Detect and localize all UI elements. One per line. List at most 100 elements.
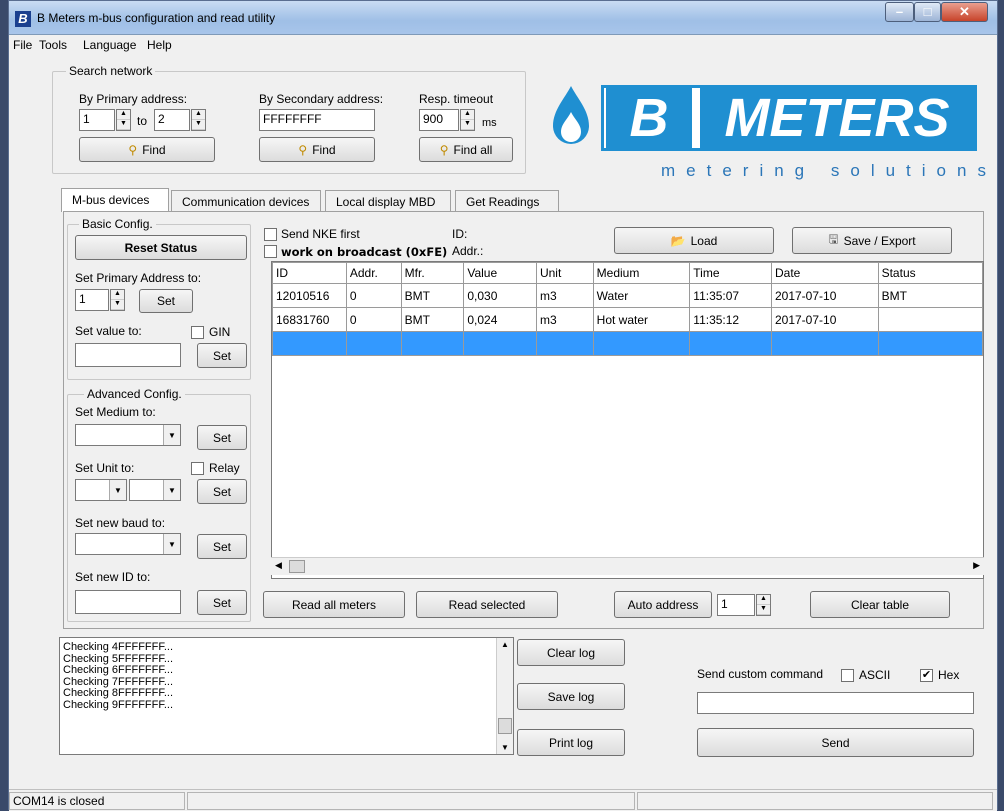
col-id[interactable]: ID [272,262,347,284]
maximize-button[interactable]: □ [914,2,941,22]
auto-address-button[interactable]: Auto address [614,591,712,618]
cell: BMT [877,283,983,308]
menu-help[interactable]: Help [147,38,172,52]
auto-address-input[interactable]: 1 [717,594,755,616]
gin-checkbox[interactable] [191,326,204,339]
ascii-checkbox[interactable] [841,669,854,682]
medium-select[interactable]: ▼ [75,424,181,446]
ms-label: ms [482,117,497,129]
clear-table-button[interactable]: Clear table [810,591,950,618]
status-bar: COM14 is closed [9,789,997,811]
set-medium-button[interactable]: Set [197,425,247,450]
logo-letter-b: B [606,88,692,148]
col-value[interactable]: Value [463,262,537,284]
secondary-address-input[interactable]: FFFFFFFF [259,109,375,131]
menu-language[interactable]: Language [83,38,136,52]
col-unit[interactable]: Unit [535,262,594,284]
horizontal-scrollbar[interactable]: ◀ ▶ [271,557,984,575]
primary-from-input[interactable]: 1 [79,109,115,131]
relay-label: Relay [209,461,240,475]
custom-command-input[interactable] [697,692,974,714]
cell: BMT [400,283,465,308]
log-scroll-thumb[interactable] [498,718,512,734]
col-medium[interactable]: Medium [592,262,691,284]
broadcast-checkbox[interactable] [264,245,277,258]
cell [400,331,465,356]
col-mfr[interactable]: Mfr. [400,262,465,284]
baud-select[interactable]: ▼ [75,533,181,555]
col-addr[interactable]: Addr. [345,262,402,284]
ascii-label: ASCII [859,668,891,682]
set-primary-spinner[interactable]: ▲ ▼ [110,289,125,311]
auto-address-spinner[interactable]: ▲ ▼ [756,594,771,616]
log-lines: Checking 4FFFFFFF... Checking 5FFFFFFF..… [63,641,174,711]
save-export-button[interactable]: 🖫 Save / Export [792,227,952,254]
table-row[interactable]: 16831760 0 BMT 0,024 m3 Hot water 11:35:… [272,307,983,332]
primary-to-input[interactable]: 2 [154,109,190,131]
log-line: Checking 6FFFFFFF... [63,664,174,676]
read-all-button[interactable]: Read all meters [263,591,405,618]
close-button[interactable]: ✕ [941,2,988,22]
tab-local-display[interactable]: Local display MBD [325,190,451,212]
set-value-input[interactable] [75,343,181,367]
reset-status-button[interactable]: Reset Status [75,235,247,260]
menu-file[interactable]: File [13,38,32,52]
secondary-address-label: By Secondary address: [259,92,384,106]
set-primary-input[interactable]: 1 [75,289,109,311]
unit-select-1[interactable]: ▼ [75,479,127,501]
scroll-up-icon[interactable]: ▲ [501,640,509,649]
clear-log-button[interactable]: Clear log [517,639,625,666]
unit-select-2[interactable]: ▼ [129,479,181,501]
scroll-left-icon[interactable]: ◀ [275,560,282,571]
cell: 0,024 [463,307,537,332]
cell [592,331,691,356]
col-date[interactable]: Date [770,262,879,284]
send-button[interactable]: Send [697,728,974,757]
magnifier-icon: ⚲ [439,142,449,157]
cell [345,331,402,356]
set-baud-button[interactable]: Set [197,534,247,559]
tab-get-readings[interactable]: Get Readings [455,190,559,212]
send-nke-checkbox[interactable] [264,228,277,241]
log-scrollbar[interactable]: ▲ ▼ [496,638,513,754]
new-id-input[interactable] [75,590,181,614]
primary-to-spinner[interactable]: ▲ ▼ [191,109,206,131]
tab-mbus-devices[interactable]: M-bus devices [61,188,169,212]
find-all-button[interactable]: ⚲ Find all [419,137,513,162]
set-value-button[interactable]: Set [197,343,247,368]
cell: 11:35:12 [689,307,772,332]
save-log-button[interactable]: Save log [517,683,625,710]
cell: Water [592,283,691,308]
hex-checkbox[interactable]: ✔ [920,669,933,682]
primary-from-spinner[interactable]: ▲ ▼ [116,109,131,131]
col-status[interactable]: Status [877,262,983,284]
scroll-down-icon[interactable]: ▼ [501,743,509,752]
find-primary-button[interactable]: ⚲ Find [79,137,215,162]
log-textarea[interactable]: Checking 4FFFFFFF... Checking 5FFFFFFF..… [59,637,514,755]
scroll-thumb[interactable] [289,560,305,573]
app-icon: B [15,11,31,27]
timeout-spinner[interactable]: ▲ ▼ [460,109,475,131]
set-unit-button[interactable]: Set [197,479,247,504]
tab-communication-devices[interactable]: Communication devices [171,190,321,212]
load-button[interactable]: 📂 Load [614,227,774,254]
table-row-selected[interactable] [272,331,983,356]
scroll-right-icon[interactable]: ▶ [973,560,980,571]
water-drop-icon [549,84,593,155]
meter-table[interactable]: ID Addr. Mfr. Value Unit Medium Time Dat… [271,261,984,579]
print-log-button[interactable]: Print log [517,729,625,756]
set-primary-button[interactable]: Set [139,289,193,313]
find-secondary-button[interactable]: ⚲ Find [259,137,375,162]
cell [689,331,772,356]
timeout-input[interactable]: 900 [419,109,459,131]
main-window: B B Meters m-bus configuration and read … [8,0,998,811]
table-row[interactable]: 12010516 0 BMT 0,030 m3 Water 11:35:07 2… [272,283,983,308]
chevron-down-icon: ▼ [163,480,180,500]
set-new-id-button[interactable]: Set [197,590,247,615]
read-selected-button[interactable]: Read selected [416,591,558,618]
minimize-button[interactable]: – [885,2,914,22]
relay-checkbox[interactable] [191,462,204,475]
status-cell-2 [187,792,635,810]
col-time[interactable]: Time [689,262,772,284]
menu-tools[interactable]: Tools [39,38,67,52]
